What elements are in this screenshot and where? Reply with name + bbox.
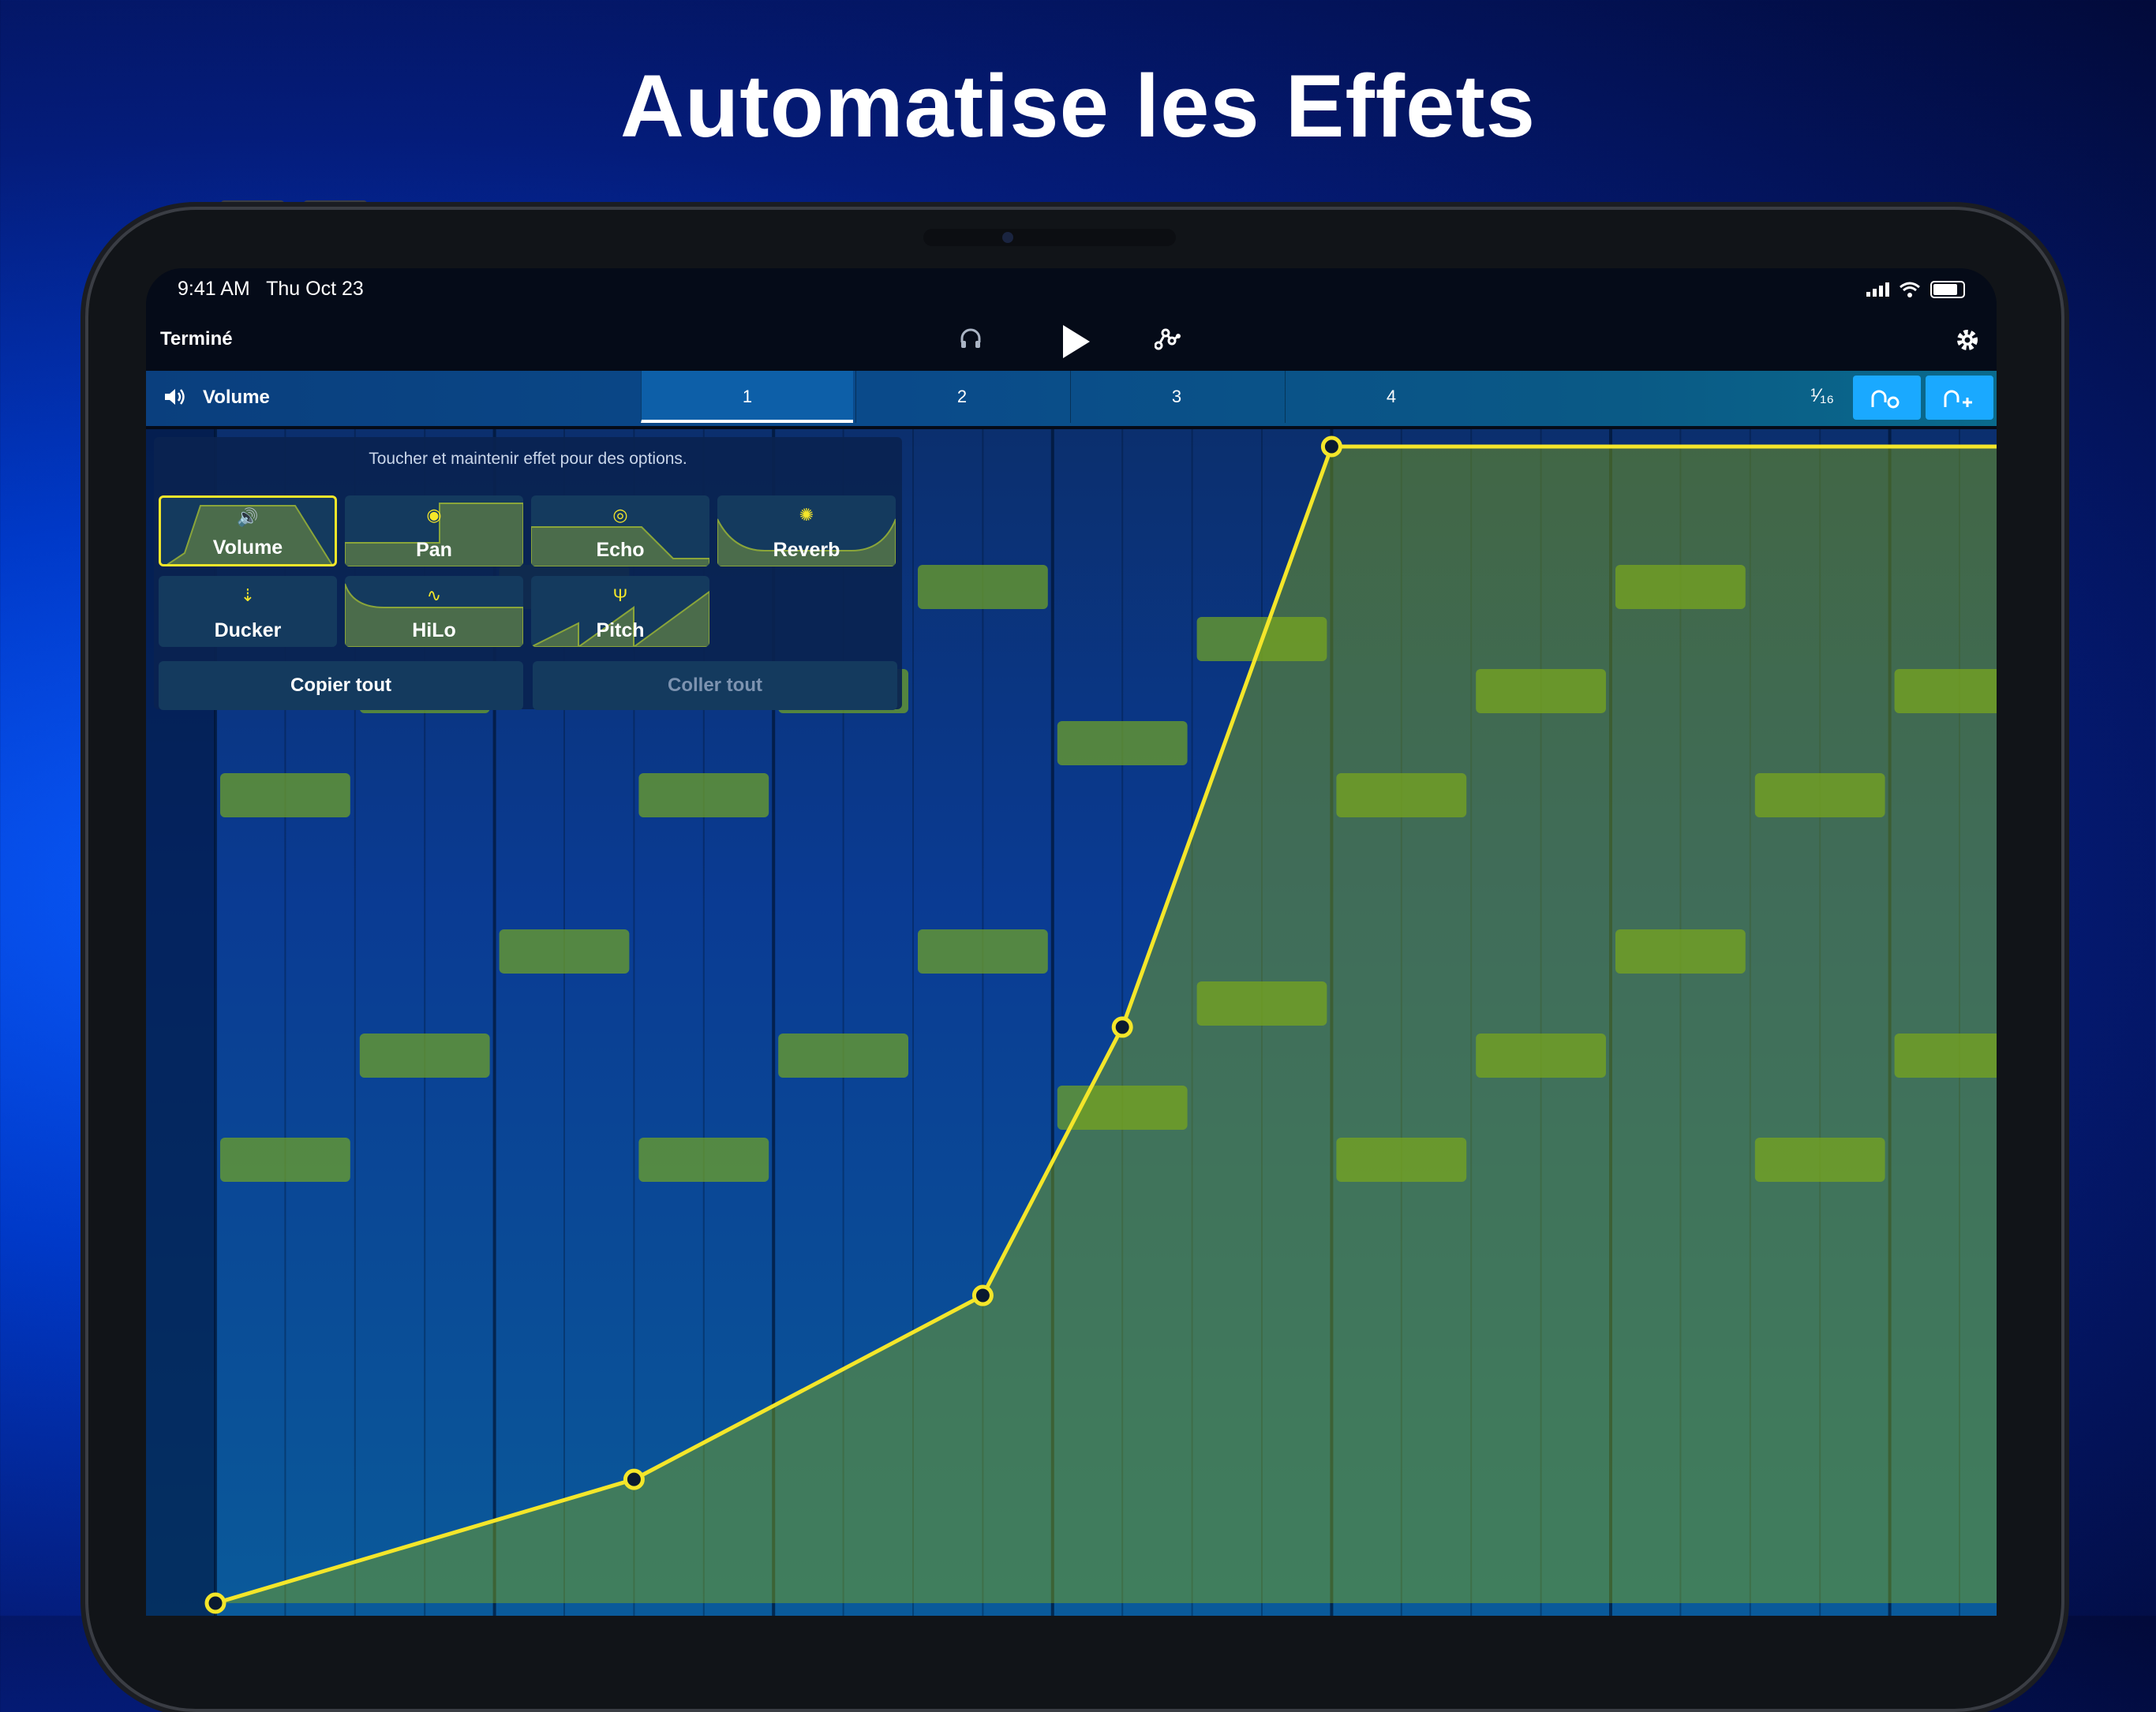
effect-label: Pitch xyxy=(596,619,645,641)
camera-housing xyxy=(923,229,1176,246)
bar-tab-3[interactable]: 3 xyxy=(1070,371,1282,423)
app-screen: 9:41 AM Thu Oct 23 Terminé Volume 1 2 3 … xyxy=(146,268,1997,1616)
automation-point[interactable] xyxy=(204,1592,226,1614)
status-clock: 9:41 AM Thu Oct 23 xyxy=(178,278,364,301)
automation-editor[interactable]: Toucher et maintenir effet pour des opti… xyxy=(146,429,1997,1616)
volume-button xyxy=(304,200,367,207)
signal-icon xyxy=(1866,282,1889,297)
volume-button xyxy=(221,200,284,207)
automation-point[interactable] xyxy=(971,1284,994,1306)
note-block[interactable] xyxy=(1057,721,1188,765)
headline: Automatise les Effets xyxy=(620,57,1536,155)
add-point-button[interactable] xyxy=(1926,376,1993,420)
curve-add-icon xyxy=(1944,390,1972,407)
track-name: Volume xyxy=(203,387,270,408)
status-date: Thu Oct 23 xyxy=(266,278,364,300)
automation-point[interactable] xyxy=(1111,1016,1133,1038)
echo-icon: ◎ xyxy=(612,505,628,525)
play-icon xyxy=(1063,325,1090,358)
effect-label: Ducker xyxy=(214,619,282,641)
note-block[interactable] xyxy=(220,773,350,817)
automation-point[interactable] xyxy=(623,1468,645,1490)
reverb-icon: ✺ xyxy=(799,505,814,525)
effect-label: Pan xyxy=(416,539,452,561)
paste-all-button[interactable]: Coller tout xyxy=(533,661,897,710)
effect-volume[interactable]: 🔊 Volume xyxy=(159,495,337,566)
effect-echo[interactable]: ◎ Echo xyxy=(531,495,709,566)
effect-reverb[interactable]: ✺ Reverb xyxy=(717,495,896,566)
headphones-icon[interactable] xyxy=(959,327,983,350)
note-block[interactable] xyxy=(638,1138,769,1182)
done-button[interactable]: Terminé xyxy=(160,328,233,350)
gear-icon[interactable] xyxy=(1954,327,1981,353)
speaker-icon: 🔊 xyxy=(237,507,259,527)
grid-resolution[interactable]: ¹⁄₁₆ xyxy=(1810,385,1834,407)
status-icons xyxy=(1866,281,1965,298)
effect-pitch[interactable]: Ψ Pitch xyxy=(531,576,709,647)
effect-ducker[interactable]: ⇣ Ducker xyxy=(159,576,337,647)
note-block[interactable] xyxy=(359,1034,490,1078)
curve-icon xyxy=(1871,390,1900,409)
ducker-icon: ⇣ xyxy=(240,585,256,605)
battery-icon xyxy=(1930,281,1965,298)
panel-hint: Toucher et maintenir effet pour des opti… xyxy=(369,450,687,468)
effect-label: Reverb xyxy=(773,539,840,561)
effect-hilo[interactable]: ∿ HiLo xyxy=(345,576,523,647)
note-block[interactable] xyxy=(918,929,1048,974)
note-block[interactable] xyxy=(918,565,1048,609)
effect-label: Echo xyxy=(596,539,645,561)
track-header: Volume 1 2 3 4 ¹⁄₁₆ xyxy=(146,371,1997,426)
effect-pan[interactable]: ◉ Pan xyxy=(345,495,523,566)
status-bar: 9:41 AM Thu Oct 23 xyxy=(146,268,1997,316)
status-time: 9:41 AM xyxy=(178,278,250,300)
automation-point[interactable] xyxy=(1320,435,1342,458)
wifi-icon xyxy=(1900,282,1920,297)
copy-all-button[interactable]: Copier tout xyxy=(159,661,523,710)
effects-panel: Toucher et maintenir effet pour des opti… xyxy=(154,437,902,710)
play-button[interactable] xyxy=(1058,322,1093,361)
bar-tab-1[interactable]: 1 xyxy=(641,371,853,423)
pan-icon: ◉ xyxy=(426,505,442,525)
note-block[interactable] xyxy=(220,1138,350,1182)
camera xyxy=(1002,232,1013,243)
note-block[interactable] xyxy=(499,929,630,974)
draw-mode-button[interactable] xyxy=(1853,376,1921,420)
speaker-icon xyxy=(163,387,187,411)
bar-tab-4[interactable]: 4 xyxy=(1285,371,1497,423)
note-block[interactable] xyxy=(778,1034,908,1078)
automation-nodes-icon[interactable] xyxy=(1155,327,1181,350)
toolbar: Terminé xyxy=(146,317,1997,369)
pitch-icon: Ψ xyxy=(612,585,628,605)
effect-label: HiLo xyxy=(412,619,456,641)
note-block[interactable] xyxy=(638,773,769,817)
effect-label: Volume xyxy=(212,536,283,559)
hilo-icon: ∿ xyxy=(426,585,442,605)
bar-tab-2[interactable]: 2 xyxy=(855,371,1068,423)
